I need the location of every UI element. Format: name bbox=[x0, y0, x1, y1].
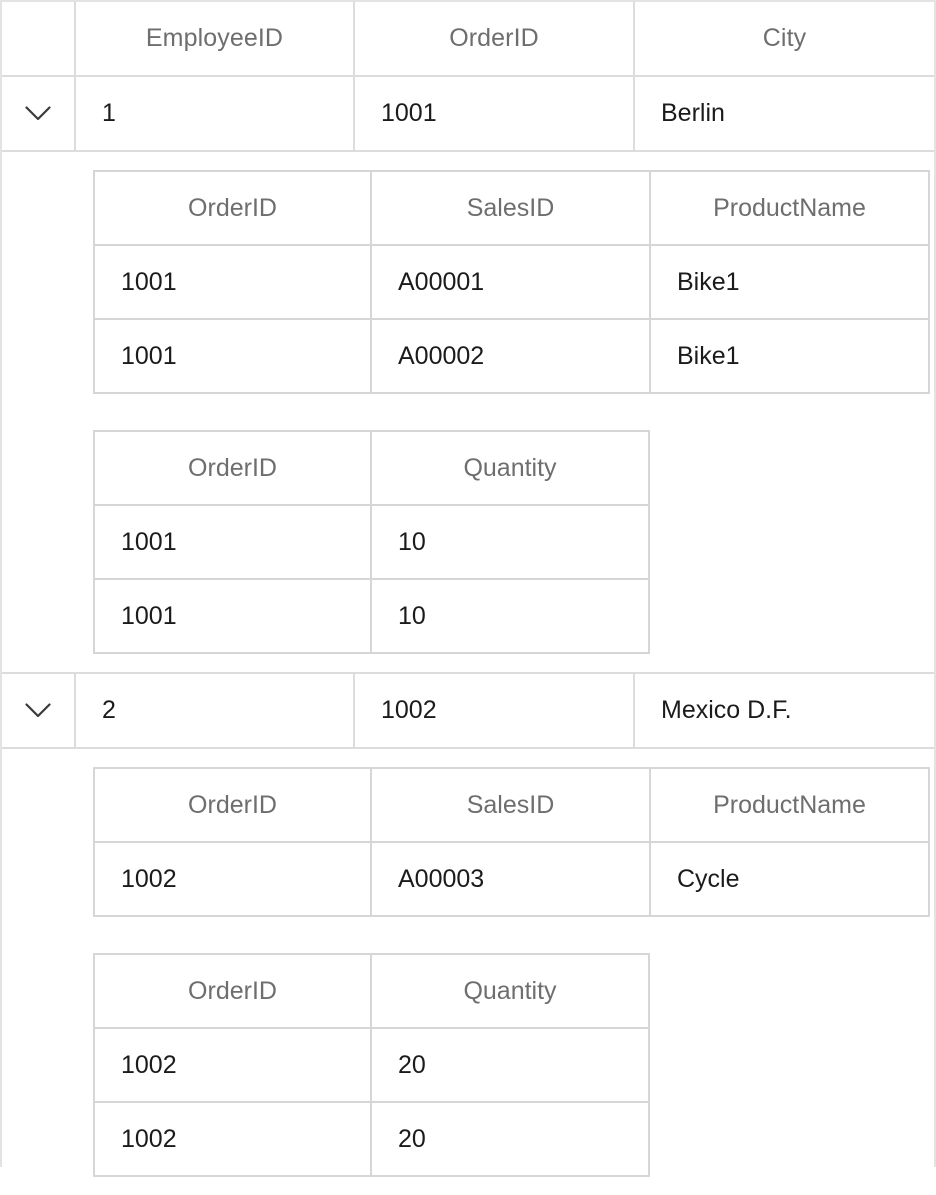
hierarchical-data-grid: EmployeeID OrderID City 1 1001 Berlin Or… bbox=[0, 0, 936, 1195]
nested-table-row[interactable]: 1001 A00002 Bike1 bbox=[95, 320, 928, 394]
cell-employeeid: 1 bbox=[76, 77, 355, 150]
column-header-label: EmployeeID bbox=[145, 24, 284, 52]
sales-detail-table: OrderID SalesID ProductName 1001 A00001 … bbox=[93, 170, 930, 394]
cell-value: 1001 bbox=[121, 601, 177, 630]
cell-value: 1001 bbox=[121, 267, 177, 296]
nested-column-header-orderid[interactable]: OrderID bbox=[95, 172, 372, 244]
cell-orderid: 1001 bbox=[355, 77, 635, 150]
chevron-down-icon[interactable] bbox=[25, 106, 51, 121]
cell-employeeid: 2 bbox=[76, 674, 355, 747]
nested-table-row[interactable]: 1001 A00001 Bike1 bbox=[95, 246, 928, 320]
nested-cell-orderid: 1001 bbox=[95, 320, 372, 392]
nested-column-header-orderid[interactable]: OrderID bbox=[95, 769, 372, 841]
nested-cell-orderid: 1001 bbox=[95, 506, 372, 578]
table-row[interactable]: 2 1002 Mexico D.F. bbox=[2, 674, 934, 749]
nested-cell-quantity: 20 bbox=[372, 1029, 648, 1101]
nested-cell-quantity: 20 bbox=[372, 1103, 648, 1175]
cell-value: A00001 bbox=[398, 267, 485, 296]
nested-table-row[interactable]: 1001 10 bbox=[95, 580, 648, 654]
cell-value: 1002 bbox=[121, 1050, 177, 1079]
nested-table-row[interactable]: 1002 20 bbox=[95, 1029, 648, 1103]
cell-orderid: 1002 bbox=[355, 674, 635, 747]
nested-cell-salesid: A00003 bbox=[372, 843, 651, 915]
cell-value: 20 bbox=[398, 1124, 426, 1153]
nested-cell-productname: Bike1 bbox=[651, 246, 928, 318]
cell-value: 1001 bbox=[381, 99, 437, 127]
nested-cell-salesid: A00001 bbox=[372, 246, 651, 318]
cell-value: 1002 bbox=[121, 864, 177, 893]
column-header-employeeid[interactable]: EmployeeID bbox=[76, 2, 355, 75]
nested-column-header-salesid[interactable]: SalesID bbox=[372, 172, 651, 244]
quantity-detail-table: OrderID Quantity 1002 20 1002 20 bbox=[93, 953, 650, 1177]
nested-column-header-quantity[interactable]: Quantity bbox=[372, 955, 648, 1027]
cell-value: 1002 bbox=[121, 1124, 177, 1153]
nested-column-header-productname[interactable]: ProductName bbox=[651, 769, 928, 841]
row-expand-toggle[interactable] bbox=[2, 674, 76, 747]
column-header-city[interactable]: City bbox=[635, 2, 934, 75]
nested-table-row[interactable]: 1001 10 bbox=[95, 506, 648, 580]
column-header-orderid[interactable]: OrderID bbox=[355, 2, 635, 75]
nested-column-header-label: ProductName bbox=[713, 790, 866, 819]
cell-value: Cycle bbox=[677, 864, 740, 893]
nested-column-header-orderid[interactable]: OrderID bbox=[95, 432, 372, 504]
nested-cell-quantity: 10 bbox=[372, 580, 648, 652]
nested-cell-productname: Cycle bbox=[651, 843, 928, 915]
cell-value: Berlin bbox=[661, 99, 725, 127]
nested-column-header-label: OrderID bbox=[188, 453, 277, 482]
column-header-label: OrderID bbox=[449, 24, 539, 52]
nested-column-header-label: ProductName bbox=[713, 193, 866, 222]
cell-value: Bike1 bbox=[677, 267, 740, 296]
nested-cell-orderid: 1001 bbox=[95, 580, 372, 652]
nested-column-header-label: Quantity bbox=[463, 976, 557, 1005]
table-row[interactable]: 1 1001 Berlin bbox=[2, 77, 934, 152]
cell-value: 2 bbox=[102, 696, 116, 724]
cell-city: Mexico D.F. bbox=[635, 674, 934, 747]
cell-value: 1 bbox=[102, 99, 116, 127]
nested-column-header-label: SalesID bbox=[466, 193, 555, 222]
nested-column-header-orderid[interactable]: OrderID bbox=[95, 955, 372, 1027]
nested-header-row: OrderID Quantity bbox=[95, 432, 648, 506]
cell-value: A00002 bbox=[398, 341, 485, 370]
nested-column-header-productname[interactable]: ProductName bbox=[651, 172, 928, 244]
nested-cell-quantity: 10 bbox=[372, 506, 648, 578]
cell-value: Mexico D.F. bbox=[661, 696, 792, 724]
nested-column-header-label: OrderID bbox=[188, 193, 277, 222]
nested-cell-orderid: 1001 bbox=[95, 246, 372, 318]
cell-value: 10 bbox=[398, 527, 426, 556]
cell-city: Berlin bbox=[635, 77, 934, 150]
row-detail-panel: OrderID SalesID ProductName 1001 A00001 … bbox=[2, 152, 934, 674]
sales-detail-table: OrderID SalesID ProductName 1002 A00003 … bbox=[93, 767, 930, 917]
nested-column-header-salesid[interactable]: SalesID bbox=[372, 769, 651, 841]
nested-cell-productname: Bike1 bbox=[651, 320, 928, 392]
grid-header-row: EmployeeID OrderID City bbox=[2, 2, 934, 77]
nested-table-row[interactable]: 1002 A00003 Cycle bbox=[95, 843, 928, 917]
nested-header-row: OrderID Quantity bbox=[95, 955, 648, 1029]
nested-header-row: OrderID SalesID ProductName bbox=[95, 769, 928, 843]
nested-table-row[interactable]: 1002 20 bbox=[95, 1103, 648, 1177]
header-toggle-spacer bbox=[2, 2, 76, 75]
chevron-down-icon[interactable] bbox=[25, 703, 51, 718]
row-detail-panel: OrderID SalesID ProductName 1002 A00003 … bbox=[2, 749, 934, 1195]
cell-value: Bike1 bbox=[677, 341, 740, 370]
cell-value: A00003 bbox=[398, 864, 485, 893]
row-expand-toggle[interactable] bbox=[2, 77, 76, 150]
quantity-detail-table: OrderID Quantity 1001 10 1001 10 bbox=[93, 430, 650, 654]
cell-value: 1001 bbox=[121, 527, 177, 556]
column-header-label: City bbox=[762, 24, 807, 52]
nested-column-header-label: SalesID bbox=[466, 790, 555, 819]
nested-cell-orderid: 1002 bbox=[95, 1103, 372, 1175]
nested-column-header-label: OrderID bbox=[188, 790, 277, 819]
nested-cell-orderid: 1002 bbox=[95, 1029, 372, 1101]
cell-value: 10 bbox=[398, 601, 426, 630]
nested-column-header-label: OrderID bbox=[188, 976, 277, 1005]
cell-value: 1001 bbox=[121, 341, 177, 370]
nested-cell-orderid: 1002 bbox=[95, 843, 372, 915]
nested-column-header-label: Quantity bbox=[463, 453, 557, 482]
nested-header-row: OrderID SalesID ProductName bbox=[95, 172, 928, 246]
cell-value: 1002 bbox=[381, 696, 437, 724]
nested-cell-salesid: A00002 bbox=[372, 320, 651, 392]
cell-value: 20 bbox=[398, 1050, 426, 1079]
nested-column-header-quantity[interactable]: Quantity bbox=[372, 432, 648, 504]
